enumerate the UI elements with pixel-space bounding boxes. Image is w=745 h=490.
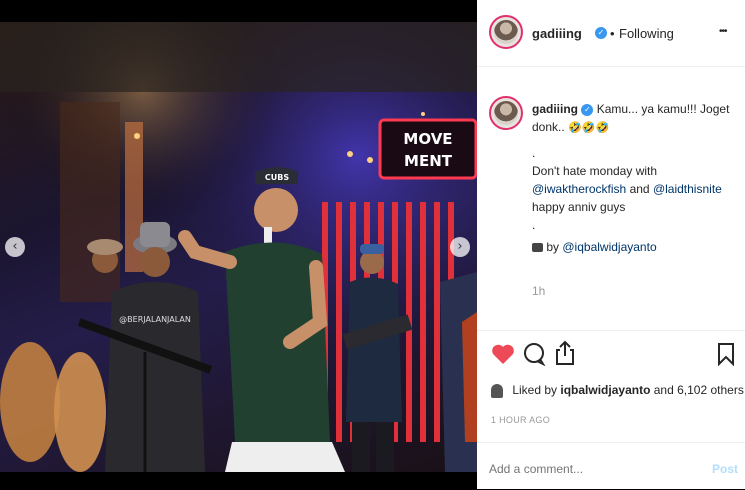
post-photo[interactable]: MOVE MENT @BERJALANJALAN CUBS ‹ › bbox=[0, 22, 477, 472]
laughing-emoji-icons: 🤣🤣🤣 bbox=[568, 122, 610, 134]
comment-divider bbox=[477, 442, 745, 443]
comment-icon[interactable] bbox=[522, 342, 546, 366]
caption-verified-icon: ✓ bbox=[581, 103, 594, 116]
verified-badge-icon: ✓ bbox=[595, 27, 607, 39]
previous-arrow-icon[interactable]: ‹ bbox=[5, 237, 25, 257]
username[interactable]: gadiiing bbox=[532, 26, 582, 41]
likes-prefix: Liked by bbox=[512, 383, 558, 397]
svg-text:MOVE: MOVE bbox=[403, 130, 452, 148]
caption-and: and bbox=[629, 182, 650, 196]
caption-username[interactable]: gadiiing bbox=[532, 102, 578, 116]
caption: gadiiing ✓ Kamu... ya kamu!!! Joget donk… bbox=[477, 92, 745, 330]
avatar[interactable] bbox=[489, 15, 523, 49]
follow-dot: • bbox=[610, 26, 615, 41]
likes-row: Liked by iqbalwidjayanto and 6,102 other… bbox=[491, 383, 744, 398]
caption-dot2: . bbox=[532, 218, 536, 232]
mention-iwaktherockfish[interactable]: @iwaktherockfish bbox=[532, 182, 626, 196]
next-arrow-icon[interactable]: › bbox=[450, 237, 470, 257]
more-options-icon[interactable]: ••• bbox=[719, 26, 727, 37]
caption-line5: happy anniv guys bbox=[532, 200, 626, 214]
liker-avatar-icon bbox=[491, 383, 503, 398]
heart-icon[interactable] bbox=[491, 343, 515, 365]
bookmark-icon[interactable] bbox=[717, 342, 735, 366]
svg-text:CUBS: CUBS bbox=[265, 173, 289, 182]
caption-by: by bbox=[546, 240, 560, 254]
follow-status[interactable]: Following bbox=[619, 26, 674, 41]
mention-laidthisnite[interactable]: @laidthisnite bbox=[653, 182, 722, 196]
svg-text:MENT: MENT bbox=[404, 152, 453, 170]
post-comment-button[interactable]: Post bbox=[712, 462, 738, 476]
comment-input[interactable] bbox=[489, 459, 689, 479]
movement-neon-sign: MOVE MENT bbox=[378, 118, 477, 180]
caption-line2: donk.. bbox=[532, 120, 565, 134]
post-header: gadiiing ✓ • Following ••• bbox=[477, 0, 745, 67]
post-actions: Liked by iqbalwidjayanto and 6,102 other… bbox=[477, 330, 745, 490]
caption-time: 1h bbox=[532, 284, 546, 298]
caption-line3: Don't hate monday with bbox=[532, 164, 658, 178]
mention-iqbalwidjayanto[interactable]: @iqbalwidjayanto bbox=[562, 240, 656, 254]
caption-dot1: . bbox=[532, 146, 536, 160]
share-icon[interactable] bbox=[554, 340, 576, 366]
svg-text:@BERJALANJALAN: @BERJALANJALAN bbox=[119, 315, 191, 324]
likes-user[interactable]: iqbalwidjayanto bbox=[560, 383, 650, 397]
post-sidebar: gadiiing ✓ • Following ••• gadiiing ✓ Ka… bbox=[477, 0, 745, 489]
camera-icon bbox=[532, 243, 543, 253]
caption-line1: Kamu... ya kamu!!! Joget bbox=[596, 102, 730, 116]
likes-suffix[interactable]: and 6,102 others bbox=[654, 383, 744, 397]
post-timestamp: 1 HOUR AGO bbox=[491, 415, 551, 425]
concert-scene: MOVE MENT @BERJALANJALAN CUBS bbox=[0, 22, 477, 472]
